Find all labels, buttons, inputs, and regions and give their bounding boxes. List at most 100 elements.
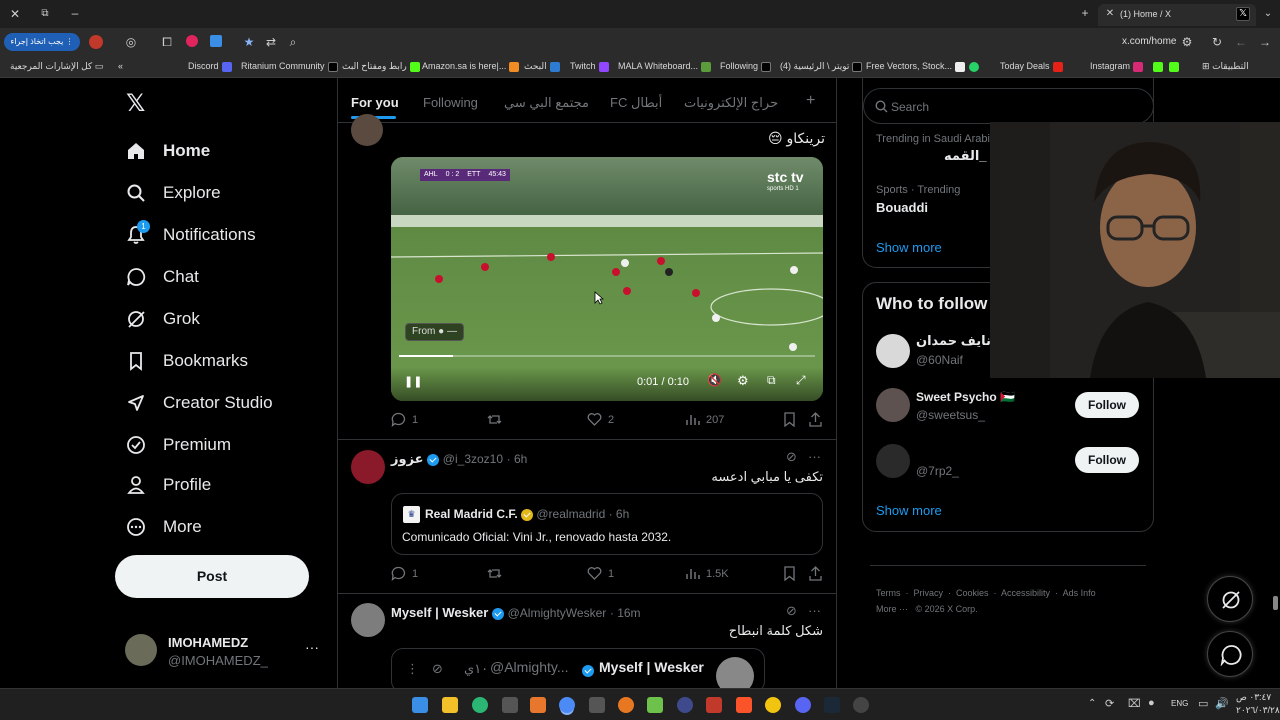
clock-time[interactable]: ٠٣:٤٧ ص <box>1236 692 1271 703</box>
app-green-icon[interactable] <box>647 697 663 713</box>
account-switcher[interactable]: IMOHAMEDZ @IMOHAMEDZ_ ··· <box>115 626 325 676</box>
share-button[interactable] <box>808 566 829 581</box>
trend-title[interactable]: القمه_ <box>944 148 987 164</box>
forward-icon[interactable]: ← <box>1234 34 1248 50</box>
bookmark-discord[interactable]: Discord <box>188 61 235 72</box>
minimize-window-icon[interactable]: – <box>68 5 82 21</box>
bookmark-instagram[interactable]: Instagram <box>1090 61 1146 72</box>
start-icon[interactable] <box>412 697 428 713</box>
bookmark-amazon[interactable]: Amazon.sa is here|... <box>422 61 522 72</box>
reply-button[interactable]: 1 <box>391 566 418 581</box>
brave-icon[interactable] <box>736 697 752 713</box>
settings-icon[interactable] <box>853 697 869 713</box>
whatsapp-bookmark[interactable] <box>966 61 982 72</box>
bookmark-freevectors[interactable]: Free Vectors, Stock... <box>866 61 968 72</box>
kick-bookmark[interactable] <box>1150 61 1182 72</box>
reload-icon[interactable]: ↻ <box>1210 34 1224 50</box>
tray-sync-icon[interactable]: ⟳ <box>1105 697 1114 710</box>
tray-overflow-icon[interactable]: ⌃ <box>1088 698 1096 709</box>
file-explorer-icon[interactable] <box>442 697 458 713</box>
apps-bookmark[interactable]: ⊞ التطبيقات <box>1202 61 1249 72</box>
more-options-icon[interactable]: ⋮ <box>406 661 419 677</box>
calculator-icon[interactable] <box>589 697 605 713</box>
reply-button[interactable]: 1 <box>391 412 418 427</box>
quote-tweet[interactable]: ♛ Real Madrid C.F. @realmadrid · 6h Comu… <box>391 493 823 555</box>
app-circle-icon[interactable] <box>677 697 693 713</box>
bookmark-twitter-home[interactable]: تويتر \ الرئيسية (4) <box>780 61 865 72</box>
share-button[interactable] <box>808 412 829 427</box>
tab-search-icon[interactable]: ⌄ <box>1262 6 1274 22</box>
action-required-button[interactable]: يجب اتخاذ إجراء ⋮ <box>4 33 80 51</box>
zoom-icon[interactable]: ⌕ <box>286 34 300 50</box>
all-bookmarks[interactable]: كل الإشارات المرجعية ▭ <box>10 61 103 72</box>
grok-icon[interactable]: ⊘ <box>786 449 797 465</box>
app-red-icon[interactable] <box>706 697 722 713</box>
show-more-link[interactable]: Show more <box>876 503 942 518</box>
sidebar-item-profile[interactable]: Profile <box>126 470 211 500</box>
tab-following[interactable]: Following <box>423 95 478 110</box>
tweet-time[interactable]: · 16m <box>610 606 641 620</box>
bookmark-today-deals[interactable]: Today Deals <box>1000 61 1066 72</box>
post-button[interactable]: Post <box>115 555 309 598</box>
new-tab-icon[interactable]: + <box>1078 5 1092 21</box>
extension-red-icon[interactable] <box>186 35 198 47</box>
volume-icon[interactable]: 🔊 <box>1215 697 1229 710</box>
bookmark-search[interactable]: البحث <box>524 61 563 72</box>
footer-link[interactable]: Cookies <box>956 588 989 598</box>
chat-float-button[interactable] <box>1207 631 1253 677</box>
bookmark-ritanium[interactable]: Ritanium Community <box>241 61 341 72</box>
restore-window-icon[interactable]: ⧉ <box>38 6 52 22</box>
sidebar-item-premium[interactable]: Premium <box>126 430 231 460</box>
fullscreen-icon[interactable]: ⤢ <box>796 373 806 388</box>
close-window-icon[interactable]: ✕ <box>8 6 22 22</box>
address-bar[interactable]: x.com/home <box>1122 36 1176 47</box>
mute-icon[interactable]: 🔇 <box>707 373 722 387</box>
tab-electronics[interactable]: حراج الإلكترونيات <box>684 95 778 111</box>
edge-icon[interactable] <box>472 697 488 713</box>
more-options-icon[interactable]: ··· <box>808 603 821 618</box>
clock-date[interactable]: ٢٠٢٦/٠٣/٢٨ <box>1236 705 1280 716</box>
tab-pc-community[interactable]: مجتمع البي سي <box>504 95 589 111</box>
extension-blue-icon[interactable] <box>210 35 222 47</box>
bookmark-following[interactable]: Following <box>720 61 774 72</box>
tweet-author-handle[interactable]: @AlmightyWesker <box>508 606 607 620</box>
views-button[interactable]: 207 <box>685 412 724 427</box>
settings-icon[interactable]: ⚙ <box>737 373 749 389</box>
follow-button[interactable]: Follow <box>1075 392 1139 418</box>
tab-for-you[interactable]: For you <box>351 95 399 110</box>
sidebar-item-grok[interactable]: Grok <box>126 304 200 334</box>
footer-link[interactable]: More ··· <box>876 604 908 614</box>
site-settings-icon[interactable]: ⚙ <box>1180 34 1194 50</box>
like-button[interactable]: 2 <box>587 412 614 427</box>
sidebar-item-more[interactable]: More <box>126 512 202 542</box>
bookmarks-overflow-icon[interactable]: « <box>118 61 123 71</box>
illustrator-icon[interactable] <box>530 697 546 713</box>
show-more-link[interactable]: Show more <box>876 240 942 255</box>
page-scrollbar-thumb[interactable] <box>1273 596 1278 610</box>
quote-tweet[interactable]: ⋮ ⊘ ١٠ي @Almighty... Myself | Wesker <box>391 648 765 688</box>
tweet-time[interactable]: · 6h <box>507 452 528 466</box>
x-logo-icon[interactable]: 𝕏 <box>126 92 148 116</box>
more-options-icon[interactable]: ··· <box>808 449 821 464</box>
tweet-author-handle[interactable]: @i_3zoz10 <box>443 452 503 466</box>
grok-float-button[interactable] <box>1207 576 1253 622</box>
footer-link[interactable]: Ads Info <box>1063 588 1096 598</box>
bookmark-button[interactable] <box>783 412 802 427</box>
app-yellow-icon[interactable] <box>765 697 781 713</box>
extensions-icon[interactable]: ⧠ <box>160 34 174 50</box>
like-button[interactable]: 1 <box>587 566 614 581</box>
video-player[interactable]: AHL 0 : 2 ETT 45:43 stc tv sports HD 1 F… <box>391 157 823 401</box>
footer-link[interactable]: Terms <box>876 588 901 598</box>
bookmark-button[interactable] <box>783 566 802 581</box>
footer-link[interactable]: Accessibility <box>1001 588 1050 598</box>
microphone-icon[interactable]: ● <box>1148 697 1155 709</box>
steam-icon[interactable] <box>824 697 840 713</box>
close-tab-icon[interactable]: ✕ <box>1104 6 1116 22</box>
account-more-icon[interactable]: ··· <box>305 639 319 655</box>
video-progress-track[interactable] <box>399 355 815 357</box>
tab-fc-champions[interactable]: FC أبطال <box>610 95 662 111</box>
add-tab-button[interactable]: + <box>806 92 815 110</box>
discord-icon[interactable] <box>795 697 811 713</box>
retweet-button[interactable] <box>487 566 508 581</box>
sidebar-item-chat[interactable]: Chat <box>126 262 199 292</box>
